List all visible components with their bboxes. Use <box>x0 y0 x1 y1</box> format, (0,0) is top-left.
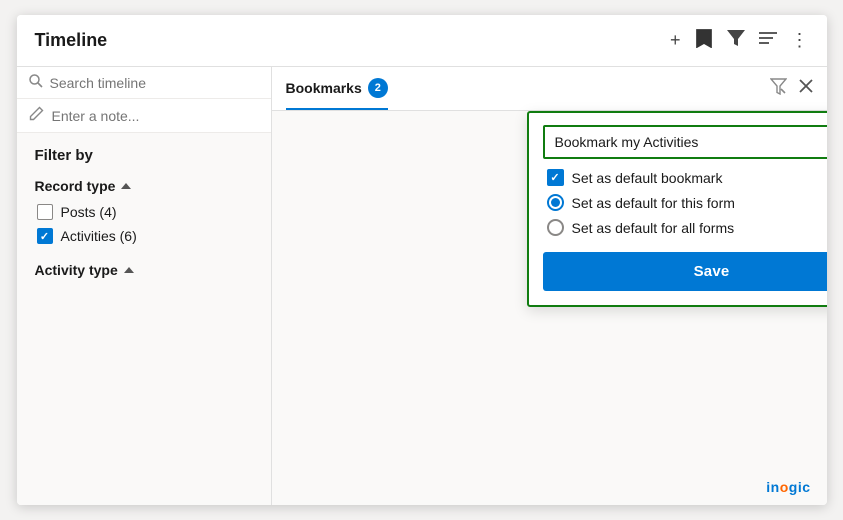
activity-type-chevron[interactable] <box>124 267 134 273</box>
header: Timeline + ⋮ <box>17 15 827 67</box>
bookmark-name-input[interactable] <box>543 125 827 159</box>
default-bookmark-checkbox[interactable] <box>547 169 564 186</box>
bookmark-count-badge: 2 <box>368 78 388 98</box>
note-bar <box>17 99 271 133</box>
activities-checkbox[interactable] <box>37 228 53 244</box>
filter-item-posts: Posts (4) <box>37 204 253 220</box>
activity-type-title: Activity type <box>35 262 253 278</box>
search-bar <box>17 67 271 99</box>
option-all-forms: Set as default for all forms <box>547 219 827 236</box>
right-content: Bookmarks 2 <box>272 67 827 505</box>
search-icon <box>29 74 43 91</box>
sort-icon[interactable] <box>759 30 777 51</box>
add-icon[interactable]: + <box>670 30 681 51</box>
record-type-chevron[interactable] <box>121 183 131 189</box>
record-type-label: Record type <box>35 178 116 194</box>
bookmark-popup: Set as default bookmark Set as default f… <box>527 111 827 307</box>
left-column: Filter by Record type Posts (4) Activiti… <box>17 67 272 505</box>
bookmark-icon[interactable] <box>695 28 713 53</box>
bookmarks-tab[interactable]: Bookmarks 2 <box>286 68 388 110</box>
posts-checkbox[interactable] <box>37 204 53 220</box>
filter-clear-icon[interactable] <box>770 78 787 100</box>
close-icon[interactable] <box>799 79 813 98</box>
page-title: Timeline <box>35 30 108 51</box>
inogic-logo-text: inogic <box>766 479 810 495</box>
save-button[interactable]: Save <box>543 252 827 291</box>
header-actions: + ⋮ <box>670 28 809 53</box>
option-default-bookmark-label: Set as default bookmark <box>572 170 723 186</box>
bookmarks-tab-bar: Bookmarks 2 <box>272 67 827 111</box>
filter-item-activities: Activities (6) <box>37 228 253 244</box>
search-input[interactable] <box>50 75 259 91</box>
option-all-forms-label: Set as default for all forms <box>572 220 735 236</box>
bookmarks-tab-label: Bookmarks <box>286 80 362 96</box>
inogic-branding: inogic <box>766 479 810 495</box>
filter-by-label: Filter by <box>35 147 253 164</box>
filter-panel: Filter by Record type Posts (4) Activiti… <box>17 133 271 505</box>
filter-icon[interactable] <box>727 30 745 51</box>
activity-type-section: Activity type <box>35 262 253 278</box>
option-default-form: Set as default for this form <box>547 194 827 211</box>
all-forms-radio[interactable] <box>547 219 564 236</box>
record-type-section: Record type <box>35 178 253 194</box>
timeline-window: Timeline + ⋮ <box>17 15 827 505</box>
more-options-icon[interactable]: ⋮ <box>791 30 809 51</box>
note-input[interactable] <box>52 108 233 124</box>
activities-label: Activities (6) <box>61 228 137 244</box>
option-default-form-label: Set as default for this form <box>572 195 735 211</box>
pencil-icon <box>29 106 44 125</box>
activity-type-label: Activity type <box>35 262 118 278</box>
default-this-form-radio[interactable] <box>547 194 564 211</box>
radio-inner-dot <box>551 198 560 207</box>
option-default-bookmark: Set as default bookmark <box>547 169 827 186</box>
posts-label: Posts (4) <box>61 204 117 220</box>
